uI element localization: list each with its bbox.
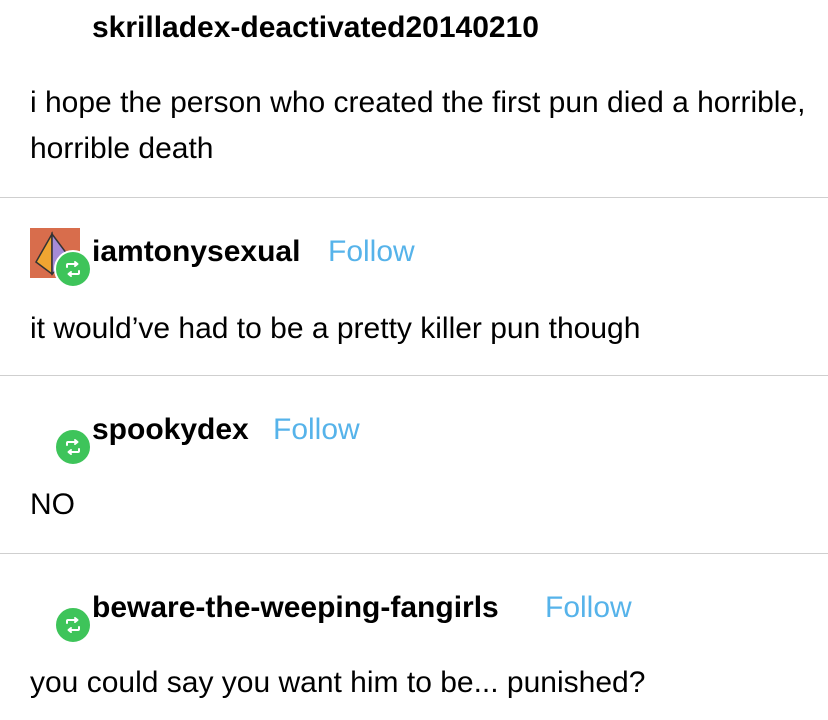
original-post: skrilladex-deactivated20140210 i hope th… bbox=[0, 0, 828, 197]
follow-button[interactable]: Follow bbox=[545, 590, 632, 626]
reblog-icon bbox=[54, 250, 92, 288]
reply-username[interactable]: beware-the-weeping-fangirls bbox=[92, 590, 499, 626]
reply-text: you could say you want him to be... puni… bbox=[30, 666, 646, 699]
reply-text: NO bbox=[30, 488, 75, 521]
reply-post: iamtonysexual Follow it would’ve had to … bbox=[0, 198, 828, 375]
follow-button[interactable]: Follow bbox=[273, 412, 360, 448]
original-post-text: i hope the person who created the first … bbox=[30, 86, 806, 165]
reply-username[interactable]: iamtonysexual bbox=[92, 234, 300, 270]
reply-text: it would’ve had to be a pretty killer pu… bbox=[30, 312, 641, 345]
reply-post: beware-the-weeping-fangirls Follow you c… bbox=[0, 554, 828, 720]
follow-button[interactable]: Follow bbox=[328, 234, 415, 270]
reblog-icon bbox=[54, 606, 92, 644]
original-username[interactable]: skrilladex-deactivated20140210 bbox=[92, 10, 539, 46]
reply-username[interactable]: spookydex bbox=[92, 412, 249, 448]
reply-post: spookydex Follow NO bbox=[0, 376, 828, 553]
reblog-icon bbox=[54, 428, 92, 466]
